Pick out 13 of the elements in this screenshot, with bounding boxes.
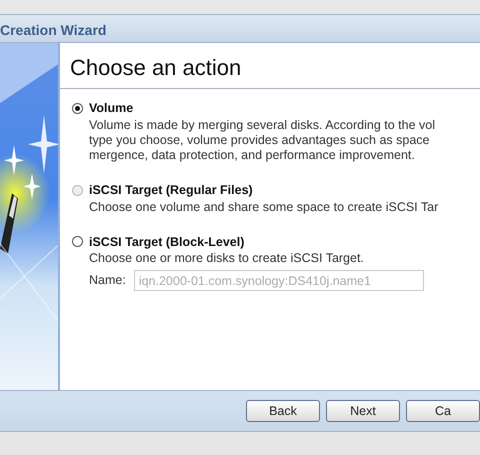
wizard-button[interactable]: Back — [246, 400, 320, 422]
option-label[interactable]: iSCSI Target (Block-Level) — [89, 232, 244, 252]
option-description: Volume is made by merging several disks. According to the vol type you choose, volume provides advantages such as space mergence, data protection, and performance improvement. — [88, 118, 436, 163]
radio-button[interactable] — [72, 102, 83, 114]
radio-button[interactable] — [72, 236, 83, 248]
option-description: Choose one or more disks to create iSCSI Target. — [88, 251, 365, 266]
option-label[interactable]: Volume — [89, 99, 134, 118]
wizard-button[interactable]: Ca — [406, 400, 480, 422]
wizard-button[interactable]: Next — [326, 400, 400, 422]
window-title: Creation Wizard — [0, 15, 480, 43]
field-label: Name: — [89, 272, 126, 290]
page-heading: Choose an action — [60, 43, 480, 89]
option-description: Choose one volume and share some space to create iSCSI Tar — [88, 200, 440, 214]
